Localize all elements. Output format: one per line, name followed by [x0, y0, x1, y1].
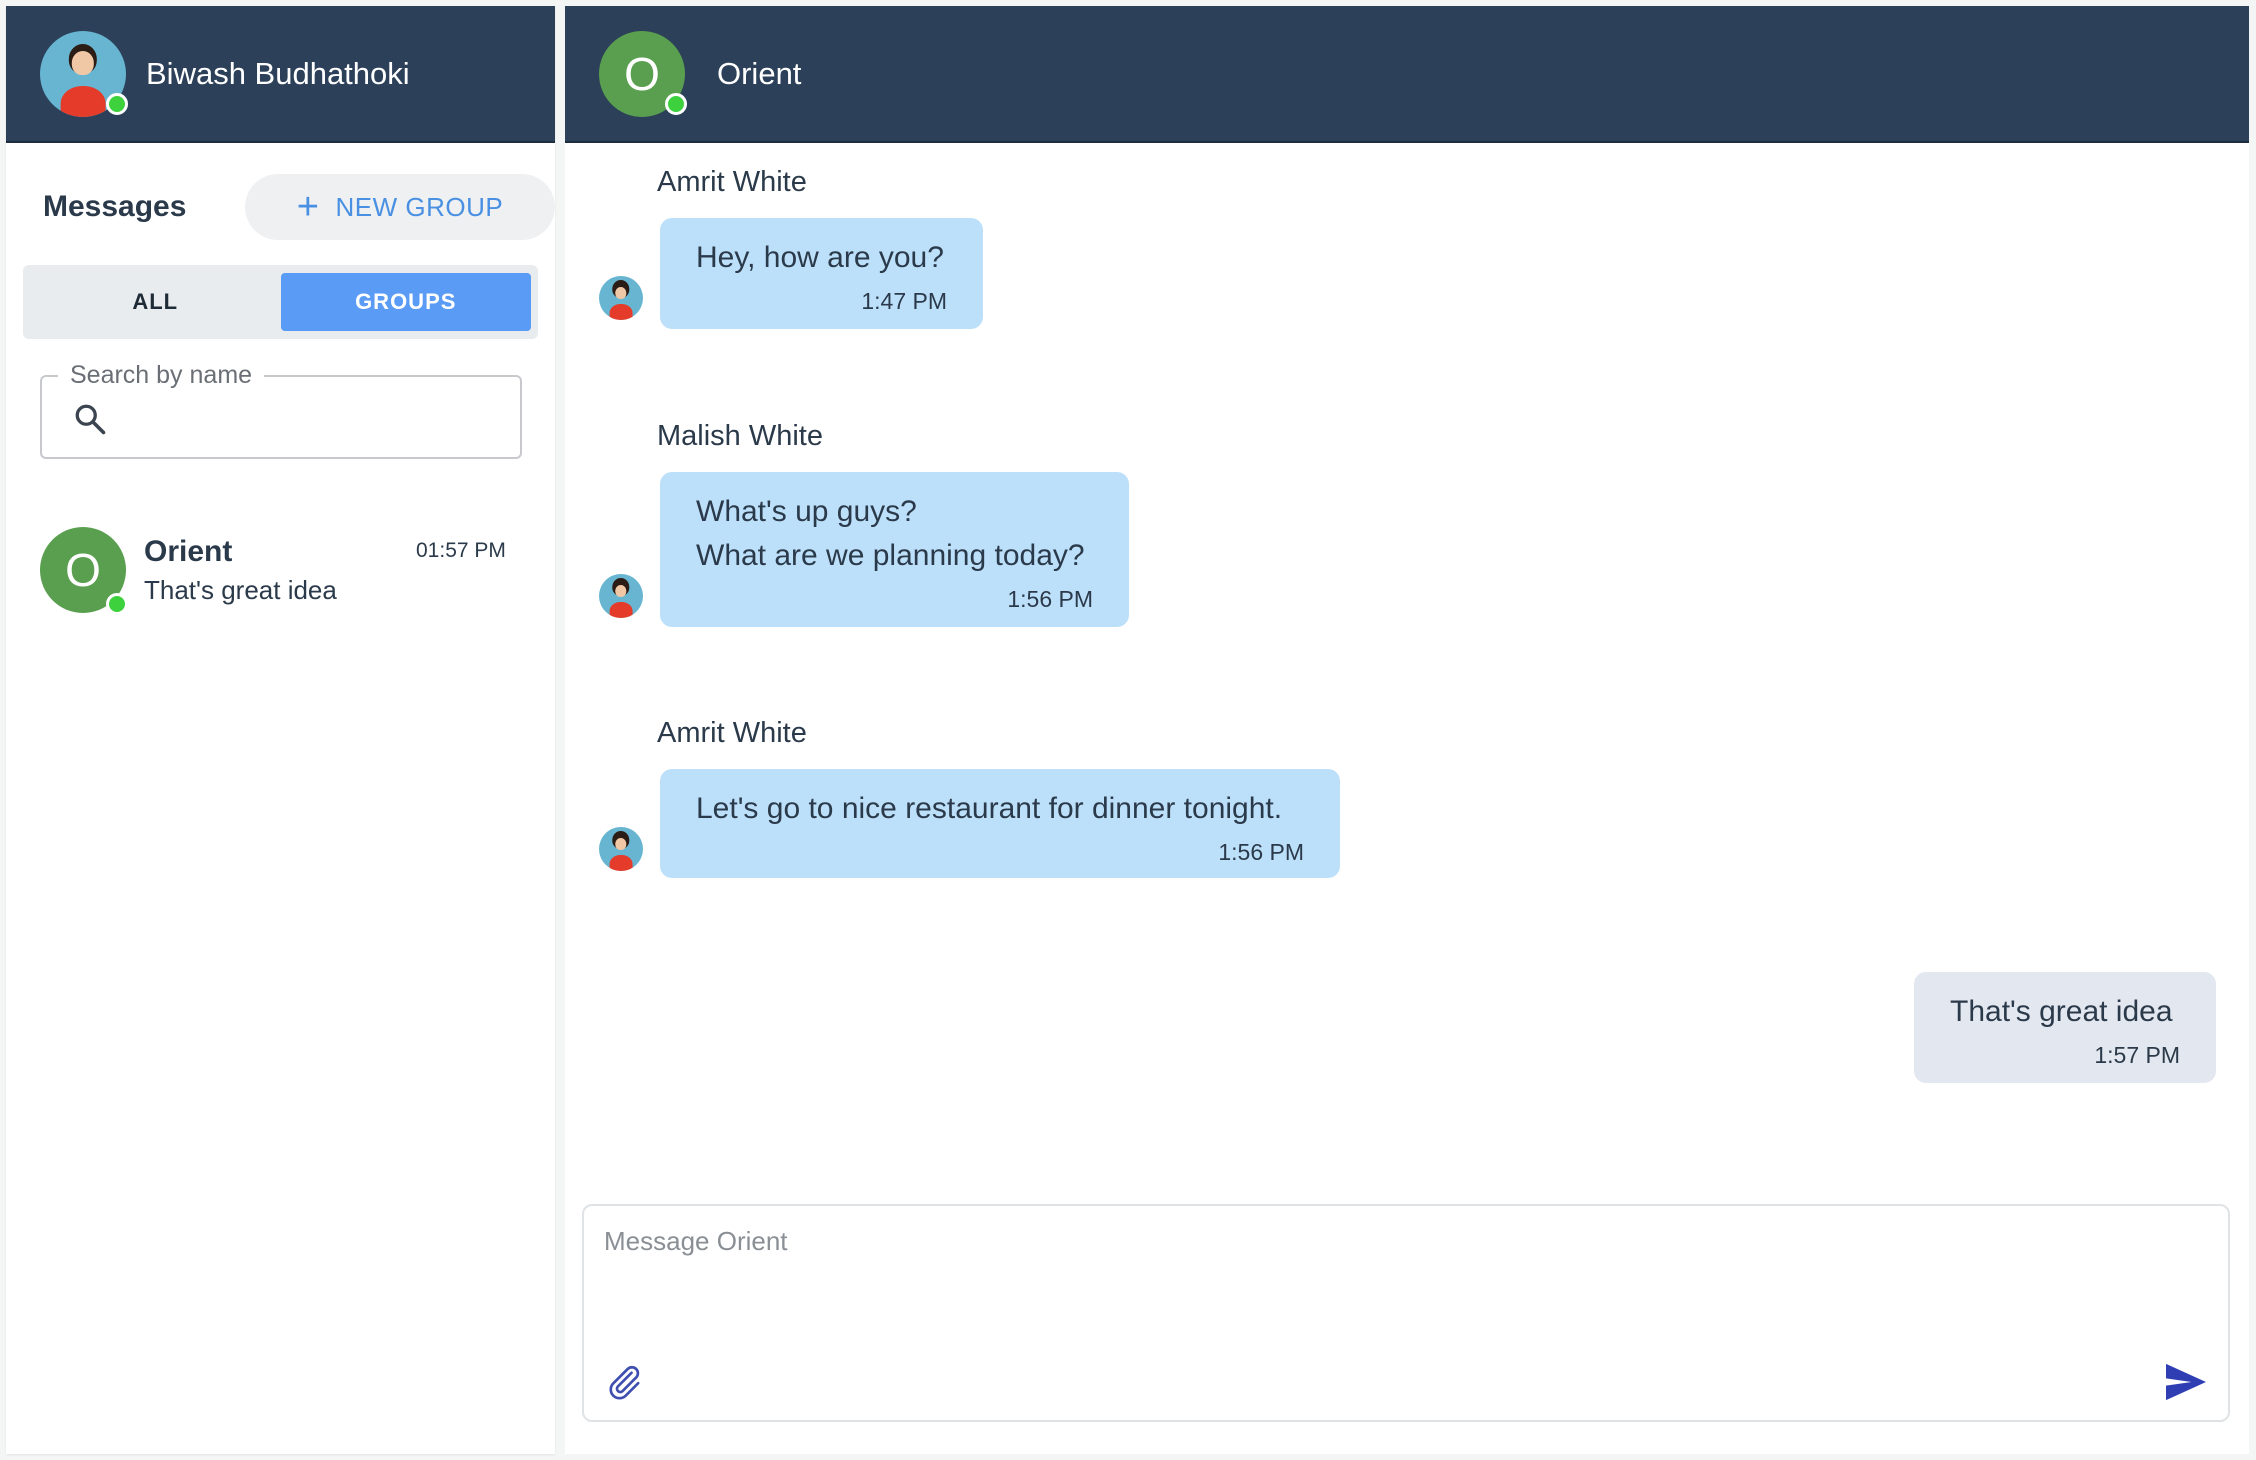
search-field: Search by name	[40, 361, 522, 459]
new-group-button[interactable]: + NEW GROUP	[245, 174, 555, 240]
send-icon[interactable]	[2164, 1362, 2208, 1402]
tab-groups[interactable]: GROUPS	[280, 273, 531, 331]
message-sender: Malish White	[657, 420, 823, 452]
conversation-name: Orient	[144, 535, 233, 568]
message-time: 1:57 PM	[2094, 1042, 2180, 1068]
online-status-indicator	[106, 92, 128, 115]
sidebar: Biwash Budhathoki Messages + NEW GROUP A…	[6, 6, 555, 1454]
message-text: Let's go to nice restaurant for dinner t…	[696, 792, 1283, 825]
current-user-name: Biwash Budhathoki	[146, 55, 410, 91]
messages-toolbar: Messages + NEW GROUP	[6, 173, 555, 241]
message-text: What's up guys? What are we planning tod…	[696, 495, 1085, 572]
message-input[interactable]	[602, 1224, 2166, 1328]
message-text: That's great idea	[1950, 995, 2173, 1028]
message-time: 1:56 PM	[1007, 586, 1093, 612]
sender-avatar	[599, 276, 643, 320]
message-time: 1:47 PM	[861, 288, 947, 314]
conversation-preview: That's great idea	[144, 575, 337, 605]
online-status-indicator	[106, 593, 128, 615]
paperclip-icon[interactable]	[604, 1362, 644, 1402]
conversation-item[interactable]: O Orient 01:57 PM That's great idea	[6, 527, 555, 617]
online-status-indicator	[665, 92, 687, 115]
sidebar-header: Biwash Budhathoki	[6, 6, 555, 143]
plus-icon: +	[296, 186, 320, 228]
tab-all[interactable]: ALL	[30, 273, 281, 331]
message-composer	[582, 1204, 2230, 1422]
message-bubble: Let's go to nice restaurant for dinner t…	[660, 769, 1340, 878]
search-input[interactable]	[128, 391, 502, 447]
user-avatar[interactable]	[40, 30, 128, 117]
message-bubble: That's great idea 1:57 PM	[1914, 972, 2216, 1083]
message-bubble: What's up guys? What are we planning tod…	[660, 472, 1129, 627]
chat-title: Orient	[717, 55, 802, 91]
message-bubble: Hey, how are you? 1:47 PM	[660, 218, 983, 329]
chat-group-avatar[interactable]: O	[599, 30, 687, 117]
message-sender: Amrit White	[657, 717, 807, 749]
message-sender: Amrit White	[657, 166, 807, 198]
search-icon	[75, 404, 106, 435]
sender-avatar	[599, 827, 643, 871]
conversation-time: 01:57 PM	[416, 539, 506, 562]
new-group-label: NEW GROUP	[335, 191, 504, 222]
messages-title: Messages	[43, 190, 187, 223]
chat-header: O Orient	[565, 6, 2249, 143]
sender-avatar	[599, 574, 643, 618]
conversation-avatar: O	[40, 527, 128, 615]
conversation-filter-tabs: ALL GROUPS	[23, 265, 538, 339]
search-label: Search by name	[58, 361, 265, 390]
message-time: 1:56 PM	[1218, 839, 1304, 865]
message-text: Hey, how are you?	[696, 241, 944, 274]
chat-panel: O Orient Amrit White Hey, how are you? 1…	[565, 6, 2249, 1454]
